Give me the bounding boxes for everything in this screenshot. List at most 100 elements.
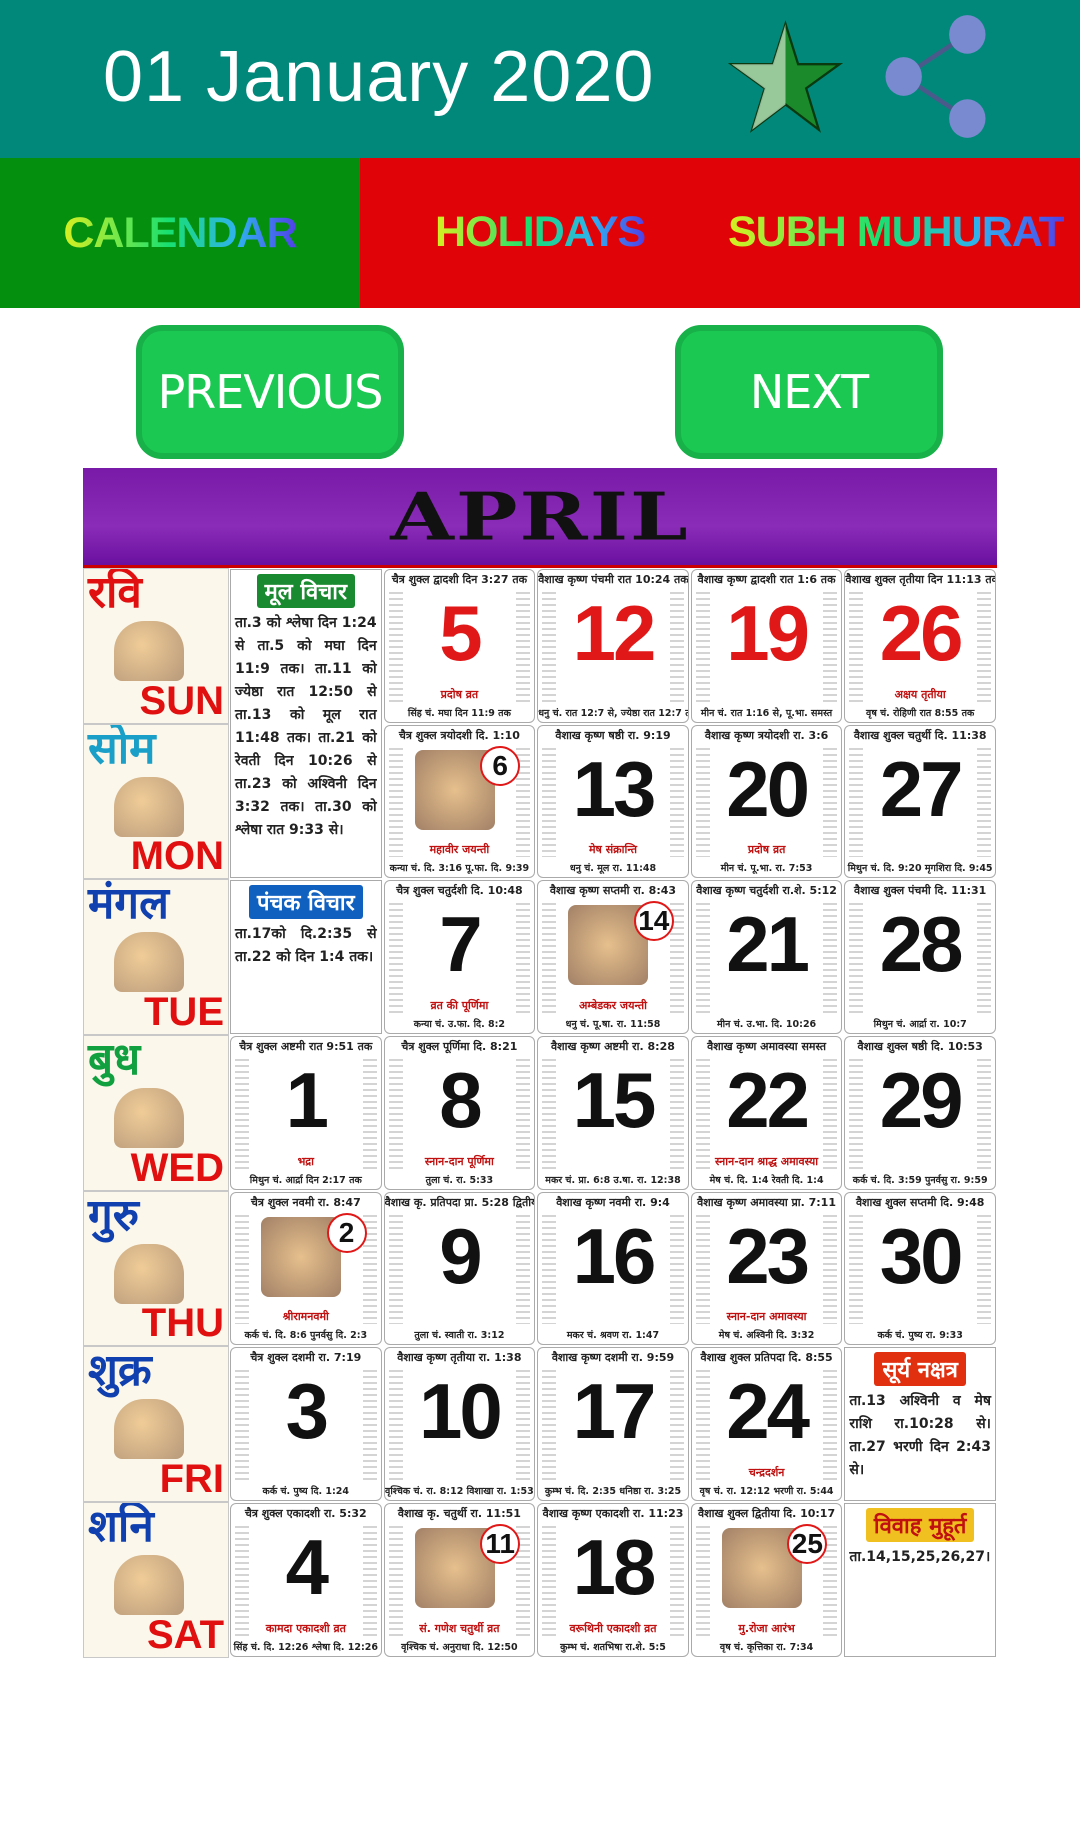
- festival-label: प्रदोष व्रत: [747, 843, 786, 857]
- date-cell-16[interactable]: वैशाख कृष्ण नवमी रा. 9:4 16 मकर चं. श्रवण …: [537, 1191, 689, 1346]
- note-heading-wrap: सूर्य नक्षत्र: [849, 1352, 991, 1390]
- date-cell-14[interactable]: वैशाख कृष्ण सप्तमी रा. 8:43 14 अम्बेडकर जय…: [537, 880, 689, 1035]
- date-cell-28[interactable]: वैशाख शुक्ल पंचमी दि. 11:31 28 मिथुन चं. आ…: [844, 880, 996, 1035]
- date-number: 25: [787, 1524, 828, 1565]
- date-cell-24[interactable]: वैशाख शुक्ल प्रतिपदा दि. 8:55 24 चन्द्रदर्…: [690, 1347, 843, 1502]
- date-number: 3: [285, 1367, 329, 1456]
- day-name-hindi: शुक्र: [88, 1346, 152, 1397]
- date-number: 30: [879, 1211, 964, 1300]
- deity-illustration: [114, 1088, 184, 1149]
- month-title: APRIL: [390, 478, 690, 555]
- date-cell-3[interactable]: चैत्र शुक्ल दशमी रा. 7:19 3 कर्क चं. पुष्य…: [230, 1347, 382, 1502]
- calendar-grid: रवि SUN सोम MON मंगल TUE बुध WED गुरु THU शुक्र FRI…: [83, 568, 997, 1658]
- nakshatra-text: मिथुन चं. आर्द्रा दिन 2:17 तक: [249, 1174, 362, 1186]
- day-name-english: FRI: [159, 1457, 224, 1502]
- date-cell-13[interactable]: वैशाख कृष्ण षष्ठी रा. 9:19 13 मेष संक्रान्…: [537, 724, 689, 879]
- nakshatra-text: मीन चं. रात 1:16 से, पू.भा. समस्त: [700, 707, 833, 719]
- note-surya: सूर्य नक्षत्र ता.13 अश्विनी व मेष राशि रा…: [844, 1347, 996, 1502]
- date-cell-25[interactable]: वैशाख शुक्ल द्वितीया दि. 10:17 25 मु.रोजा …: [690, 1503, 843, 1657]
- date-cell-5[interactable]: चैत्र शुक्ल द्वादशी दिन 3:27 तक 5 प्रदोष व…: [383, 569, 536, 723]
- day-label-sun: रवि SUN: [83, 568, 229, 724]
- date-cell-6[interactable]: चैत्र शुक्ल त्रयोदशी दि. 1:10 6 महावीर जयन…: [383, 724, 536, 879]
- tab-calendar-label: CALENDAR: [63, 208, 297, 257]
- date-number: 7: [439, 900, 482, 989]
- date-number: 12: [572, 589, 657, 677]
- date-cell-22[interactable]: वैशाख कृष्ण अमावस्या समस्त 22 स्नान-दान श्…: [690, 1036, 843, 1190]
- date-cell-1[interactable]: चैत्र शुक्ल अष्टमी रात 9:51 तक 1 भद्रा मिथु…: [230, 1036, 382, 1190]
- date-number: 27: [879, 744, 964, 833]
- day-name-english: SUN: [139, 678, 224, 723]
- nakshatra-text: वृश्चिक चं. रा. 8:12 विशाखा रा. 1:53: [385, 1486, 534, 1498]
- date-cell-8[interactable]: चैत्र शुक्ल पूर्णिमा दि. 8:21 8 स्नान-दान …: [383, 1036, 536, 1190]
- nakshatra-text: वृष चं. रोहिणी रात 8:55 तक: [866, 707, 975, 719]
- next-button[interactable]: NEXT: [675, 325, 943, 459]
- date-cell-2[interactable]: चैत्र शुक्ल नवमी रा. 8:47 2 श्रीरामनवमी कर्…: [230, 1191, 382, 1346]
- nakshatra-text: कन्या चं. दि. 3:16 पू.फा. दि. 9:39: [389, 863, 530, 875]
- tithi-text: वैशाख शुक्ल पंचमी दि. 11:31: [854, 884, 987, 898]
- day-name-english: WED: [130, 1145, 224, 1190]
- current-date-title: 01 January 2020: [103, 37, 655, 117]
- note-heading-wrap: पंचक विचार: [235, 885, 377, 923]
- date-cell-19[interactable]: वैशाख कृष्ण द्वादशी रात 1:6 तक 19 मीन चं. …: [690, 569, 843, 723]
- date-cell-15[interactable]: वैशाख कृष्ण अष्टमी रा. 8:28 15 मकर चं. प्र…: [537, 1036, 689, 1190]
- date-cell-4[interactable]: चैत्र शुक्ल एकादशी रा. 5:32 4 कामदा एकादशी…: [230, 1503, 382, 1657]
- date-cell-17[interactable]: वैशाख कृष्ण दशमी रा. 9:59 17 कुम्भ चं. दि.…: [537, 1347, 689, 1502]
- deity-illustration: [114, 1243, 184, 1304]
- festival-label: सं. गणेश चतुर्थी व्रत: [419, 1621, 500, 1635]
- nakshatra-text: वृष चं. रा. 12:12 भरणी रा. 5:44: [699, 1486, 834, 1498]
- note-text: ता.3 को श्लेषा दिन 1:24 से ता.5 को मघा द…: [235, 615, 377, 838]
- date-cell-20[interactable]: वैशाख कृष्ण त्रयोदशी रा. 3:6 20 प्रदोष व्र…: [690, 724, 843, 879]
- tithi-side-text: [388, 747, 403, 858]
- note-title: पंचक विचार: [248, 885, 363, 920]
- date-cell-21[interactable]: वैशाख कृष्ण चतुर्दशी रा.शे. 5:12 21 मीन चं…: [690, 880, 843, 1035]
- date-cell-18[interactable]: वैशाख कृष्ण एकादशी रा. 11:23 18 वरूथिनी एक…: [537, 1503, 689, 1657]
- tithi-text: वैशाख कृष्ण अमावस्या प्रा. 7:11: [697, 1195, 836, 1209]
- month-banner: APRIL: [83, 468, 997, 568]
- nakshatra-text: वृष चं. कृत्तिका रा. 7:34: [719, 1641, 814, 1653]
- note-text: ता.13 अश्विनी व मेष राशि रा.10:28 से। ता…: [849, 1393, 991, 1479]
- share-icon[interactable]: [878, 14, 993, 139]
- tab-holidays[interactable]: HOLIDAYS: [435, 208, 646, 257]
- tithi-text: वैशाख कृ. चतुर्थी रा. 11:51: [397, 1507, 521, 1521]
- tithi-side-text: [695, 1526, 710, 1636]
- tithi-text: वैशाख कृष्ण अमावस्या समस्त: [707, 1040, 827, 1054]
- day-name-hindi: मंगल: [88, 879, 169, 930]
- nakshatra-text: कर्क चं. पुष्य दि. 1:24: [262, 1486, 350, 1498]
- date-cell-23[interactable]: वैशाख कृष्ण अमावस्या प्रा. 7:11 23 स्नान-द…: [690, 1191, 843, 1346]
- nakshatra-text: सिंह चं. दि. 12:26 श्लेषा दि. 12:26: [233, 1641, 379, 1653]
- tithi-text: चैत्र शुक्ल नवमी रा. 8:47: [250, 1195, 361, 1209]
- date-cell-26[interactable]: वैशाख शुक्ल तृतीया दिन 11:13 तक 26 अक्षय त…: [844, 569, 996, 723]
- tithi-text: वैशाख कृष्ण नवमी रा. 9:4: [556, 1195, 670, 1209]
- date-number: 16: [572, 1211, 657, 1300]
- date-cell-9[interactable]: वैशाख कृ. प्रतिपदा प्रा. 5:28 द्वितीया र…: [383, 1191, 536, 1346]
- tithi-text: वैशाख शुक्ल तृतीया दिन 11:13 तक: [845, 573, 995, 586]
- date-cell-30[interactable]: वैशाख शुक्ल सप्तमी दि. 9:48 30 कर्क चं. पु…: [844, 1191, 996, 1346]
- tithi-text: चैत्र शुक्ल अष्टमी रात 9:51 तक: [239, 1040, 373, 1054]
- tab-subh-muhurat[interactable]: SUBH MUHURAT: [728, 208, 1065, 257]
- date-cell-11[interactable]: वैशाख कृ. चतुर्थी रा. 11:51 11 सं. गणेश चत…: [383, 1503, 536, 1657]
- date-cell-12[interactable]: वैशाख कृष्ण पंचमी रात 10:24 तक 12 धनु चं. …: [537, 569, 689, 723]
- favorite-star-icon[interactable]: [728, 18, 843, 138]
- day-label-fri: शुक्र FRI: [83, 1346, 229, 1503]
- day-name-english: SAT: [146, 1612, 224, 1657]
- tab-calendar[interactable]: CALENDAR: [0, 158, 360, 308]
- date-cell-27[interactable]: वैशाख शुक्ल चतुर्थी दि. 11:38 27 मिथुन चं.…: [844, 724, 996, 879]
- previous-button[interactable]: PREVIOUS: [136, 325, 404, 459]
- date-cell-29[interactable]: वैशाख शुक्ल षष्ठी दि. 10:53 29 कर्क चं. दि…: [844, 1036, 996, 1190]
- nakshatra-text: धनु चं. रात 12:7 से, ज्येष्ठा रात 12:7 त…: [538, 707, 688, 719]
- tithi-text: वैशाख कृष्ण द्वादशी रात 1:6 तक: [697, 573, 836, 586]
- tithi-text: वैशाख शुक्ल द्वितीया दि. 10:17: [698, 1507, 836, 1521]
- nakshatra-text: सिंह चं. मघा दिन 11:9 तक: [407, 707, 511, 719]
- date-cell-7[interactable]: चैत्र शुक्ल चतुर्दशी दि. 10:48 7 व्रत की प…: [383, 880, 536, 1035]
- day-label-sat: शनि SAT: [83, 1502, 229, 1658]
- date-number: 26: [879, 589, 964, 677]
- tithi-side-text: [235, 1214, 249, 1325]
- day-name-hindi: रवि: [88, 568, 142, 618]
- day-name-hindi: बुध: [88, 1035, 141, 1086]
- tab-subh-muhurat-label: SUBH MUHURAT: [728, 208, 1065, 256]
- nakshatra-text: धनु चं. पू.षा. रा. 11:58: [565, 1019, 661, 1031]
- tithi-text: वैशाख शुक्ल चतुर्थी दि. 11:38: [853, 728, 987, 742]
- date-cell-10[interactable]: वैशाख कृष्ण तृतीया रा. 1:38 10 वृश्चिक चं.…: [383, 1347, 536, 1502]
- festival-label: चन्द्रदर्शन: [748, 1466, 785, 1480]
- date-number: 6: [480, 745, 521, 786]
